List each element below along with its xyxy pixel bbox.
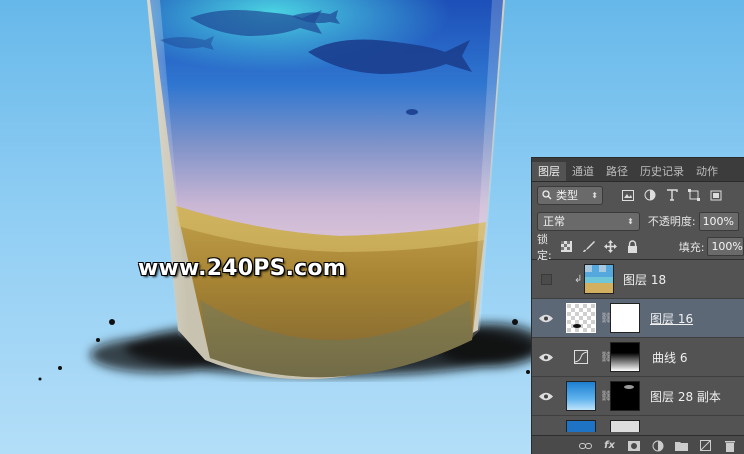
fill-label: 填充:: [678, 240, 705, 254]
layer-row-28-copy[interactable]: ⛓ 图层 28 副本: [532, 377, 744, 416]
curves-adjustment-icon: [574, 350, 588, 367]
layer-thumbnail-transparent: [566, 303, 596, 333]
smart-object-filter-icon[interactable]: [709, 189, 722, 202]
fill-input[interactable]: 100%: [707, 237, 744, 256]
adjustment-filter-icon[interactable]: [643, 189, 656, 202]
new-layer-icon[interactable]: [699, 439, 712, 452]
lock-transparent-icon[interactable]: [560, 240, 573, 253]
layers-panel: 图层 通道 路径 历史记录 动作 类型 ⬍ 正常 ⬍ 不透明度: 100% 锁定…: [531, 157, 744, 454]
chevron-updown-icon: ⬍: [591, 190, 598, 200]
panel-footer: fx: [532, 435, 744, 454]
layer-mask-gradient[interactable]: [610, 342, 640, 372]
tab-actions[interactable]: 动作: [690, 162, 724, 181]
layer-filter-row: 类型 ⬍: [532, 182, 744, 208]
layer-name[interactable]: 图层 16: [650, 310, 693, 327]
blend-row: 正常 ⬍ 不透明度: 100%: [532, 208, 744, 234]
search-icon: [542, 190, 552, 200]
layer-name[interactable]: 图层 28 副本: [650, 388, 721, 405]
shape-filter-icon[interactable]: [687, 189, 700, 202]
layer-row-16[interactable]: ⛓ 图层 16: [532, 299, 744, 338]
lock-position-icon[interactable]: [603, 240, 617, 253]
layer-thumbnail-blue: [566, 420, 596, 432]
link-layers-icon[interactable]: [579, 439, 592, 452]
type-filter-icon[interactable]: [665, 189, 678, 202]
visibility-toggle-off[interactable]: [541, 273, 552, 285]
eye-icon[interactable]: [538, 349, 554, 365]
layer-thumbnail-beach: [584, 264, 614, 294]
lock-all-icon[interactable]: [626, 240, 639, 253]
layer-mask-white[interactable]: [610, 303, 640, 333]
chevron-updown-icon: ⬍: [627, 216, 634, 226]
watermark-text: www.240PS.com: [138, 256, 346, 281]
layer-thumbnail-sky: [566, 381, 596, 411]
lock-label: 锁定:: [537, 232, 552, 262]
adjustment-layer-icon[interactable]: [651, 439, 664, 452]
tab-channels[interactable]: 通道: [566, 162, 600, 181]
image-filter-icon[interactable]: [621, 189, 634, 202]
layer-name[interactable]: 图层 18: [623, 271, 666, 288]
layer-name[interactable]: 曲线 6: [652, 349, 687, 366]
eye-icon[interactable]: [538, 388, 554, 404]
new-group-icon[interactable]: [675, 439, 688, 452]
layer-row-18[interactable]: ↲ 图层 18: [532, 260, 744, 299]
layer-mask-partial[interactable]: [610, 420, 640, 432]
layer-row-partial[interactable]: [532, 416, 744, 432]
filter-kind-select[interactable]: 类型 ⬍: [537, 185, 603, 205]
tab-paths[interactable]: 路径: [600, 162, 634, 181]
fx-icon[interactable]: fx: [603, 439, 616, 452]
blend-mode-value: 正常: [543, 215, 565, 228]
tab-history[interactable]: 历史记录: [634, 162, 690, 181]
lock-row: 锁定: 填充: 100%: [532, 232, 744, 262]
panel-tab-bar: 图层 通道 路径 历史记录 动作: [532, 158, 744, 182]
layer-list: ↲ 图层 18 ⛓ 图层 16 ⛓ 曲线 6 ⛓ 图层 28 副本: [532, 260, 744, 432]
opacity-input[interactable]: 100%: [698, 211, 739, 231]
filter-kind-label: 类型: [556, 189, 578, 202]
clipping-mask-icon: ↲: [574, 273, 583, 285]
opacity-label: 不透明度:: [647, 215, 696, 228]
tab-layers[interactable]: 图层: [532, 162, 566, 181]
eye-icon[interactable]: [538, 310, 554, 326]
layer-row-curves-6[interactable]: ⛓ 曲线 6: [532, 338, 744, 377]
delete-layer-icon[interactable]: [723, 439, 736, 452]
lock-paint-icon[interactable]: [582, 240, 595, 253]
add-mask-icon[interactable]: [627, 439, 640, 452]
blend-mode-select[interactable]: 正常 ⬍: [537, 211, 640, 231]
layer-mask-black[interactable]: [610, 381, 640, 411]
